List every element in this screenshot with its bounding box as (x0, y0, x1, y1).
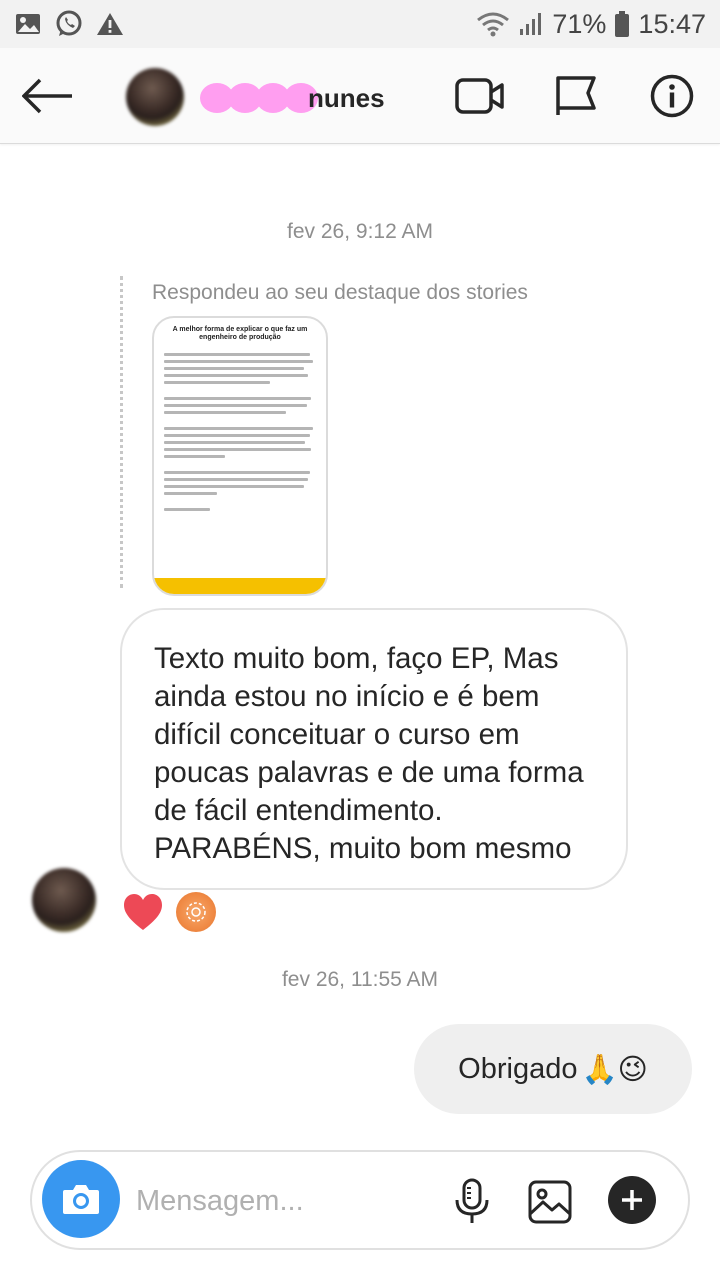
more-options-button[interactable] (608, 1176, 656, 1224)
outgoing-message-emojis: 🙏😉 (581, 1053, 648, 1086)
story-preview-footer-bar (154, 578, 326, 594)
message-composer (30, 1150, 690, 1250)
outgoing-message-text: Obrigado (458, 1052, 578, 1085)
contact-avatar[interactable] (126, 68, 184, 126)
camera-button[interactable] (42, 1160, 120, 1238)
incoming-message-bubble[interactable]: Texto muito bom, faço EP, Mas ainda esto… (120, 608, 628, 890)
heart-reaction-icon (124, 894, 162, 930)
voice-message-button[interactable] (444, 1174, 500, 1230)
flag-icon (556, 76, 596, 115)
microphone-icon (455, 1178, 489, 1223)
story-highlight-preview[interactable]: A melhor forma de explicar o que faz um … (152, 316, 328, 596)
reply-indicator-line (120, 276, 123, 588)
back-arrow-icon (22, 78, 72, 114)
signal-icon (518, 11, 544, 37)
camera-icon (63, 1185, 99, 1214)
report-flag-button[interactable] (546, 66, 606, 126)
message-input[interactable] (136, 1174, 436, 1228)
battery-icon (614, 10, 630, 38)
wifi-icon (476, 10, 510, 38)
info-icon (650, 74, 694, 118)
plus-icon (622, 1190, 642, 1210)
reply-label: Respondeu ao seu destaque dos stories (152, 281, 528, 304)
story-preview-text (154, 343, 326, 511)
image-icon (528, 1180, 572, 1224)
status-bar: 71% 15:47 (0, 0, 720, 48)
gallery-notification-icon (14, 11, 42, 37)
message-timestamp: fev 26, 11:55 AM (281, 968, 439, 991)
message-timestamp: fev 26, 9:12 AM (287, 220, 433, 243)
clock: 15:47 (638, 8, 706, 39)
back-button[interactable] (18, 66, 78, 126)
sender-avatar[interactable] (32, 868, 96, 932)
contact-username-text: nunes (308, 82, 385, 113)
story-preview-title: A melhor forma de explicar o que faz um … (172, 326, 308, 342)
redaction-mark (200, 83, 318, 113)
battery-percent: 71% (552, 8, 607, 39)
warning-icon (96, 11, 124, 37)
info-button[interactable] (642, 66, 702, 126)
contact-username[interactable]: nunes (200, 80, 385, 116)
message-reactions[interactable] (122, 892, 216, 932)
whatsapp-icon (54, 9, 84, 39)
reactor-avatar-icon (176, 892, 216, 932)
video-call-button[interactable] (450, 66, 510, 126)
outgoing-message-bubble[interactable]: Obrigado 🙏😉 (414, 1024, 692, 1114)
video-camera-icon (455, 78, 504, 114)
gallery-button[interactable] (522, 1174, 578, 1230)
